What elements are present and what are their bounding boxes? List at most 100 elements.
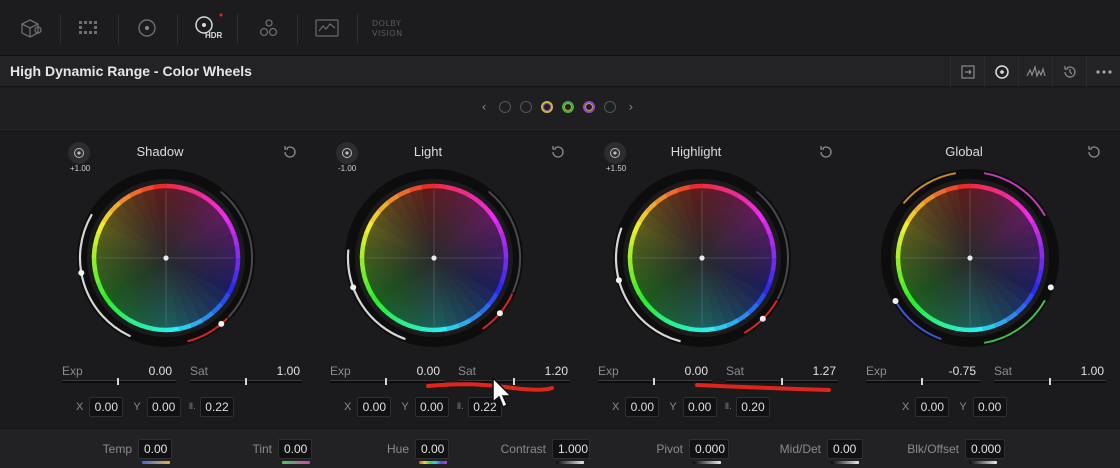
- 3d-cube-icon[interactable]: [8, 10, 52, 46]
- page-dot-4[interactable]: [562, 101, 574, 113]
- shadow-exp-label: Exp: [62, 364, 83, 378]
- shadow-ring-knob-left[interactable]: [78, 269, 85, 276]
- highlight-ring-knob-right[interactable]: [759, 315, 766, 322]
- page-dot-5[interactable]: [583, 101, 595, 113]
- mid-detail-param: Mid/Det 0.00: [780, 439, 863, 464]
- target-icon[interactable]: [125, 10, 169, 46]
- light-y-field[interactable]: 0.00: [414, 397, 449, 417]
- contrast-label: Contrast: [500, 442, 546, 456]
- highlight-ring-knob-left[interactable]: [615, 277, 622, 284]
- highlight-luminance-icon: Ⅱ.: [724, 402, 732, 412]
- global-ring-knob-right[interactable]: [1047, 284, 1054, 291]
- light-sat-value[interactable]: 1.20: [508, 364, 568, 378]
- highlight-exp-sat-row: Exp 0.00 Sat 1.27: [598, 364, 838, 386]
- shadow-exp-slider[interactable]: [62, 378, 176, 385]
- global-reset-icon[interactable]: [1086, 144, 1102, 160]
- shadow-x-field[interactable]: 0.00: [89, 397, 124, 417]
- light-exp-slider[interactable]: [330, 378, 444, 385]
- temp-label: Temp: [102, 442, 132, 456]
- temp-param: Temp 0.00: [103, 439, 172, 464]
- highlight-sat-label: Sat: [726, 364, 745, 378]
- highlight-sat-value[interactable]: 1.27: [776, 364, 836, 378]
- global-xy-row: X 0.00 Y 0.00: [892, 396, 1007, 418]
- tint-label: Tint: [252, 442, 272, 456]
- highlight-x-label: X: [612, 401, 620, 413]
- shadow-exp-value[interactable]: 0.00: [112, 364, 172, 378]
- light-exp-label: Exp: [330, 364, 351, 378]
- shadow-luminance-field[interactable]: 0.22: [199, 397, 234, 417]
- shadow-y-field[interactable]: 0.00: [146, 397, 181, 417]
- page-dot-2[interactable]: [520, 101, 532, 113]
- waveform-icon[interactable]: [1018, 56, 1052, 87]
- highlight-y-label: Y: [669, 401, 677, 413]
- black-offset-field[interactable]: 0.000: [965, 439, 1005, 459]
- dolby-vision-button[interactable]: DOLBY VISION: [372, 19, 403, 39]
- global-x-field[interactable]: 0.00: [915, 397, 950, 417]
- shadow-sat-label: Sat: [190, 364, 209, 378]
- global-exp-slider[interactable]: [866, 378, 980, 385]
- shadow-color-wheel[interactable]: [76, 164, 256, 354]
- highlight-exp-slider[interactable]: [598, 378, 712, 385]
- highlight-x-field[interactable]: 0.00: [625, 397, 660, 417]
- shadow-y-label: Y: [133, 401, 141, 413]
- nodes-icon[interactable]: [245, 10, 289, 46]
- tint-field[interactable]: 0.00: [278, 439, 312, 459]
- global-sat-slider[interactable]: [994, 378, 1106, 385]
- light-color-wheel[interactable]: [344, 164, 524, 354]
- pivot-field[interactable]: 0.000: [689, 439, 729, 459]
- highlight-exp-label: Exp: [598, 364, 619, 378]
- page-dot-6[interactable]: [604, 101, 616, 113]
- panel-header: High Dynamic Range - Color Wheels: [0, 56, 1120, 87]
- highlight-exp-value[interactable]: 0.00: [648, 364, 708, 378]
- hue-field[interactable]: 0.00: [415, 439, 449, 459]
- global-exp-value[interactable]: -0.75: [916, 364, 976, 378]
- page-dot-1[interactable]: [499, 101, 511, 113]
- light-ring-knob-left[interactable]: [350, 284, 357, 291]
- mouse-cursor-icon: [492, 376, 513, 409]
- highlight-sat-slider[interactable]: [726, 378, 838, 385]
- highlight-luminance-field[interactable]: 0.20: [735, 397, 770, 417]
- highlight-color-wheel[interactable]: [612, 164, 792, 354]
- mid-detail-field[interactable]: 0.00: [827, 439, 863, 459]
- shadow-sat-value[interactable]: 1.00: [240, 364, 300, 378]
- global-sat-value[interactable]: 1.00: [1044, 364, 1104, 378]
- next-page-button[interactable]: ›: [625, 100, 637, 114]
- tint-bar: [282, 461, 310, 464]
- highlight-wheel-panel: +1.50 Highlight Exp 0.00 Sat 1.27 X 0.00 …: [562, 132, 838, 427]
- hdr-icon[interactable]: HDR: [184, 10, 228, 46]
- global-y-label: Y: [959, 401, 967, 413]
- black-offset-bar: [969, 461, 997, 464]
- shadow-sat-slider[interactable]: [190, 378, 302, 385]
- global-ring-knob-left[interactable]: [892, 298, 899, 304]
- contrast-field[interactable]: 1.000: [552, 439, 590, 459]
- global-sat-label: Sat: [994, 364, 1013, 378]
- bottom-parameter-bar: Temp 0.00 Tint 0.00 Hue 0.00 Contrast 1.…: [0, 428, 1120, 468]
- grid-icon[interactable]: [66, 10, 110, 46]
- history-icon[interactable]: [1052, 56, 1086, 87]
- shadow-ring-knob-right[interactable]: [218, 320, 225, 327]
- panel-expand-icon[interactable]: [950, 56, 984, 87]
- tint-param: Tint 0.00: [252, 439, 312, 464]
- shadow-exp-sat-row: Exp 0.00 Sat 1.00: [62, 364, 302, 386]
- black-offset-param: Blk/Offset 0.000: [907, 439, 1005, 464]
- page-title: High Dynamic Range - Color Wheels: [10, 63, 252, 79]
- shadow-wheel-title: Shadow: [136, 144, 184, 159]
- global-wheel-panel: Global Exp -0.75 Sat 1.00 X 0.00 Y 0.00: [830, 132, 1106, 427]
- global-y-field[interactable]: 0.00: [972, 397, 1007, 417]
- light-ring-knob-right[interactable]: [496, 310, 503, 317]
- more-options-icon[interactable]: [1086, 56, 1120, 87]
- global-wheel-title: Global: [945, 144, 983, 159]
- light-exp-value[interactable]: 0.00: [380, 364, 440, 378]
- light-x-field[interactable]: 0.00: [357, 397, 392, 417]
- global-color-wheel[interactable]: [880, 164, 1060, 354]
- dolby-label: DOLBY: [372, 19, 402, 28]
- temp-field[interactable]: 0.00: [138, 439, 172, 459]
- hue-label: Hue: [386, 442, 409, 456]
- previous-page-button[interactable]: ‹: [478, 100, 490, 114]
- light-y-label: Y: [401, 401, 409, 413]
- page-dot-3[interactable]: [541, 101, 553, 113]
- wheel-mode-icon[interactable]: [984, 56, 1018, 87]
- scope-icon[interactable]: [305, 10, 349, 46]
- light-luminance-icon: Ⅱ.: [456, 402, 464, 412]
- highlight-y-field[interactable]: 0.00: [682, 397, 717, 417]
